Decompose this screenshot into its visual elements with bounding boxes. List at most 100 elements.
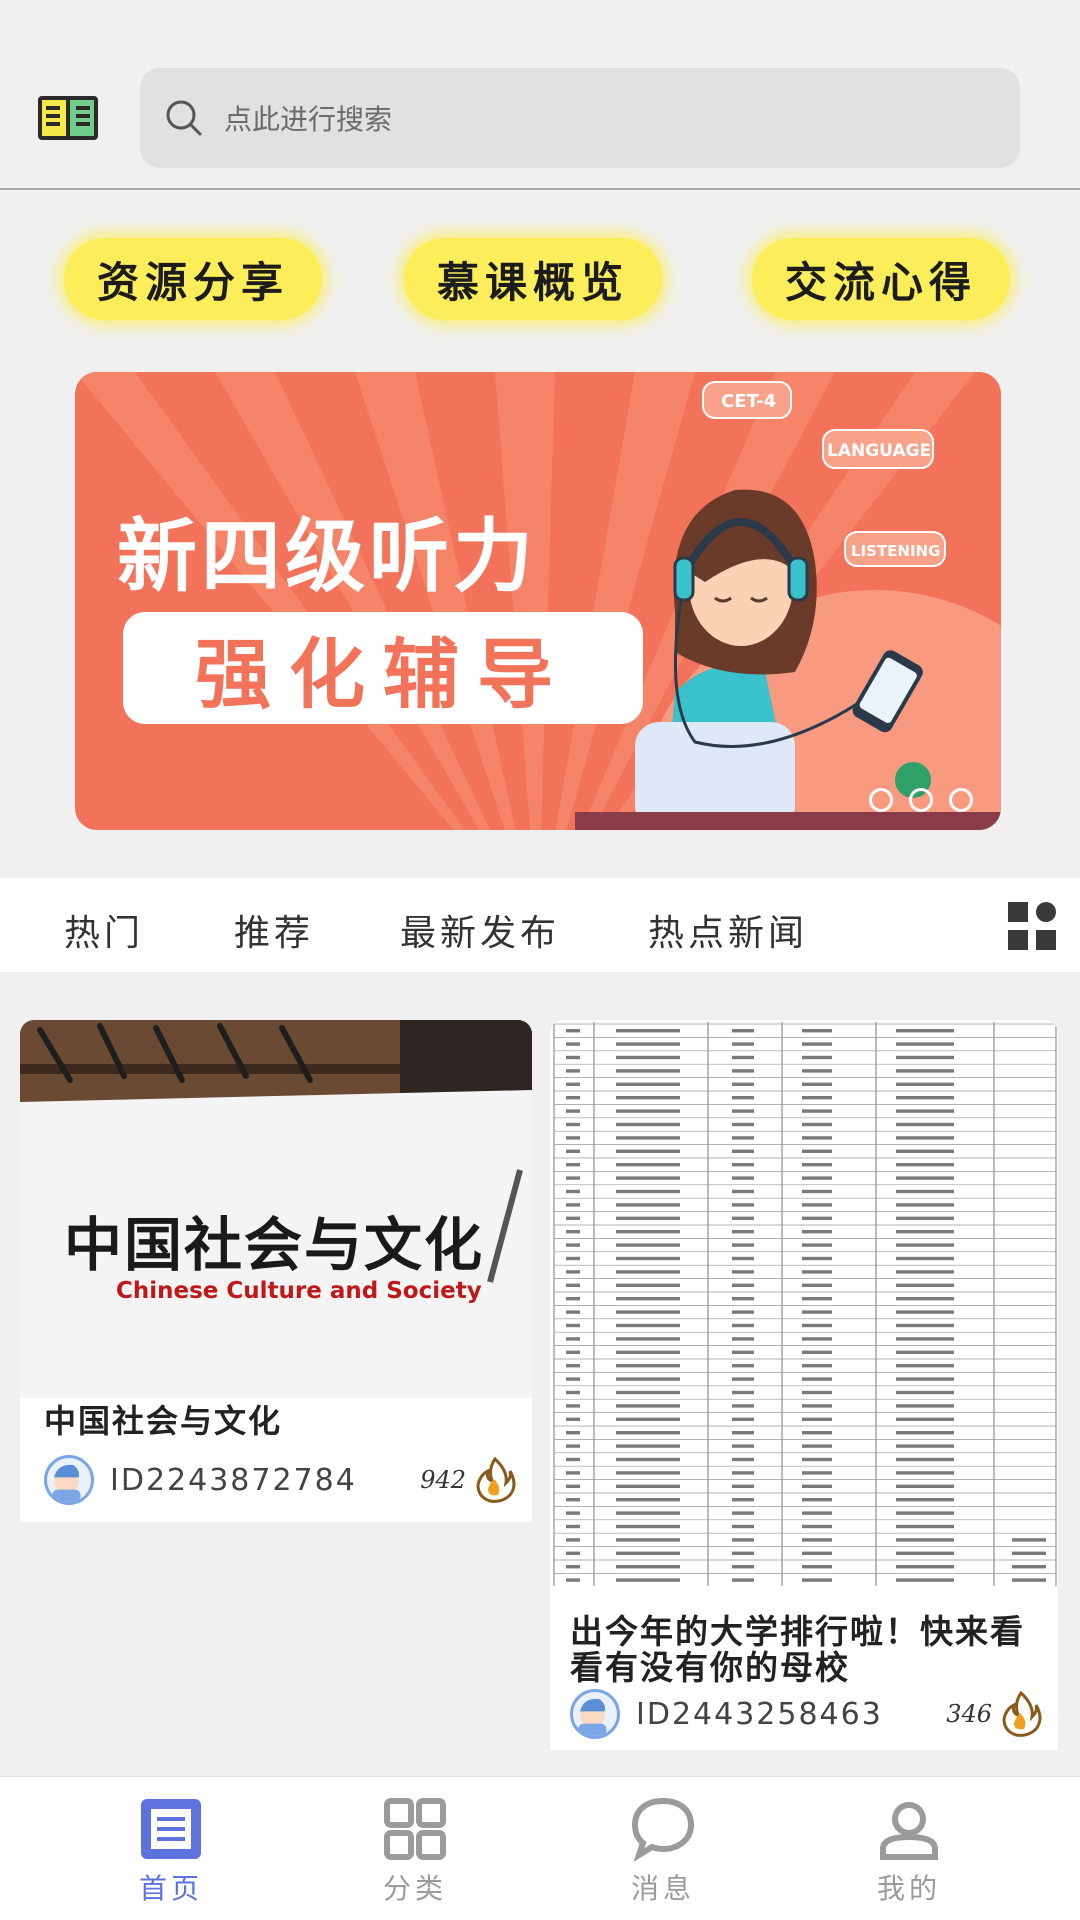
table-cell-text — [566, 1404, 580, 1408]
table-cell-text — [616, 1471, 680, 1475]
table-cell-text — [802, 1390, 832, 1395]
post-title[interactable]: 中国社会与文化 — [44, 1402, 282, 1440]
table-cell-text — [896, 1377, 954, 1381]
table-cell-text — [616, 1256, 680, 1261]
tab-hot[interactable]: 热门 — [64, 904, 144, 956]
ranking-table-image — [550, 1020, 1058, 1586]
table-cell-text — [896, 1243, 954, 1247]
table-cell-text — [732, 1498, 754, 1502]
bubble-listening-text: LISTENING — [851, 542, 940, 560]
table-cell-text — [802, 1417, 832, 1421]
avatar[interactable] — [570, 1689, 620, 1739]
table-cell-text — [616, 1337, 680, 1341]
table-cell-text — [802, 1270, 832, 1274]
table-cell-text — [566, 1417, 580, 1421]
tab-recommend[interactable]: 推荐 — [234, 904, 314, 956]
carousel-dot[interactable] — [869, 788, 893, 812]
table-cell-text — [732, 1417, 754, 1421]
post-card[interactable]: 出今年的大学排行啦！快来看看有没有你的母校 ID2443258463 346 — [550, 1020, 1058, 1750]
table-cell-text — [896, 1189, 954, 1194]
table-cell-text — [566, 1471, 580, 1475]
chip-exchange-experience[interactable]: 交流心得 — [752, 238, 1010, 320]
table-cell-text — [616, 1176, 680, 1180]
table-cell-text — [616, 1297, 680, 1301]
table-cell-text — [896, 1524, 954, 1529]
table-cell-text — [802, 1538, 832, 1542]
post-card[interactable]: 中国社会与文化 Chinese Culture and Society 中国社会… — [20, 1020, 532, 1522]
table-cell-text — [802, 1136, 832, 1140]
fire-icon — [476, 1457, 516, 1503]
table-cell-text — [732, 1270, 754, 1274]
table-cell-text — [616, 1042, 680, 1046]
table-cell-text — [732, 1297, 754, 1301]
nav-home[interactable]: 首页 — [96, 1795, 246, 1907]
table-cell-text — [802, 1176, 832, 1180]
author-id[interactable]: ID2443258463 — [636, 1697, 883, 1732]
table-cell-text — [566, 1082, 580, 1086]
carousel-dot[interactable] — [949, 788, 973, 812]
banner-carousel[interactable]: CET-4 LANGUAGE LISTENING 新四级听力 强化辅导 — [75, 372, 1001, 830]
table-cell-text — [896, 1297, 954, 1301]
table-cell-text — [732, 1163, 754, 1167]
table-cell-text — [896, 1270, 954, 1274]
table-cell-text — [802, 1297, 832, 1301]
book-logo-icon[interactable] — [36, 92, 100, 144]
table-cell-text — [616, 1096, 680, 1100]
bubble-cet4-text: CET-4 — [721, 391, 776, 412]
table-cell-text — [732, 1203, 754, 1207]
table-cell-text — [802, 1323, 832, 1328]
table-cell-text — [732, 1042, 754, 1046]
table-cell-text — [802, 1042, 832, 1046]
table-cell-text — [802, 1055, 832, 1060]
user-icon — [880, 1802, 938, 1860]
table-cell-text — [616, 1578, 680, 1582]
table-cell-text — [896, 1417, 954, 1421]
nav-category[interactable]: 分类 — [340, 1795, 490, 1907]
chip-resource-share[interactable]: 资源分享 — [64, 238, 322, 320]
table-cell-text — [802, 1484, 832, 1488]
search-placeholder[interactable]: 点此进行搜索 — [224, 98, 392, 138]
nav-messages[interactable]: 消息 — [588, 1795, 738, 1907]
table-cell-text — [896, 1122, 954, 1127]
table-cell-text — [566, 1149, 580, 1153]
nav-category-label: 分类 — [382, 1872, 447, 1905]
table-cell-text — [616, 1377, 680, 1381]
search-bar[interactable]: 点此进行搜索 — [140, 68, 1020, 168]
table-cell-text — [896, 1565, 954, 1569]
avatar-face-icon — [52, 1464, 81, 1502]
view-count: 942 — [420, 1466, 466, 1494]
home-list-icon — [141, 1799, 201, 1859]
table-cell-text — [566, 1216, 580, 1220]
table-cell-text — [896, 1471, 954, 1475]
table-cell-text — [732, 1230, 754, 1234]
table-cell-text — [566, 1364, 580, 1368]
table-cell-text — [566, 1511, 580, 1515]
table-cell-text — [732, 1176, 754, 1180]
table-cell-text — [802, 1565, 832, 1569]
table-cell-text — [732, 1283, 754, 1287]
table-cell-text — [616, 1417, 680, 1421]
table-cell-text — [802, 1310, 832, 1314]
carousel-dot[interactable] — [909, 788, 933, 812]
table-cell-text — [616, 1524, 680, 1529]
table-cell-text — [566, 1270, 580, 1274]
table-cell-text — [732, 1578, 754, 1582]
grid-layout-icon[interactable] — [1006, 900, 1058, 952]
tab-latest[interactable]: 最新发布 — [400, 904, 560, 956]
avatar-face-icon — [578, 1698, 607, 1736]
table-cell-text — [616, 1149, 680, 1153]
table-cell-text — [732, 1096, 754, 1100]
post-title[interactable]: 出今年的大学排行啦！快来看看有没有你的母校 — [570, 1614, 1042, 1686]
table-cell-text — [896, 1511, 954, 1515]
table-cell-text — [802, 1149, 832, 1153]
bottom-navigation: 首页 分类 消息 我的 — [0, 1776, 1080, 1920]
author-id[interactable]: ID2243872784 — [110, 1463, 357, 1498]
table-cell-text — [802, 1189, 832, 1194]
tab-hot-news[interactable]: 热点新闻 — [648, 904, 808, 956]
chip-mooc-overview[interactable]: 慕课概览 — [404, 238, 662, 320]
avatar[interactable] — [44, 1455, 94, 1505]
nav-home-label: 首页 — [138, 1872, 203, 1905]
post-cover-image: 中国社会与文化 Chinese Culture and Society — [20, 1020, 532, 1398]
table-cell-text — [566, 1431, 580, 1435]
nav-profile[interactable]: 我的 — [834, 1795, 984, 1907]
